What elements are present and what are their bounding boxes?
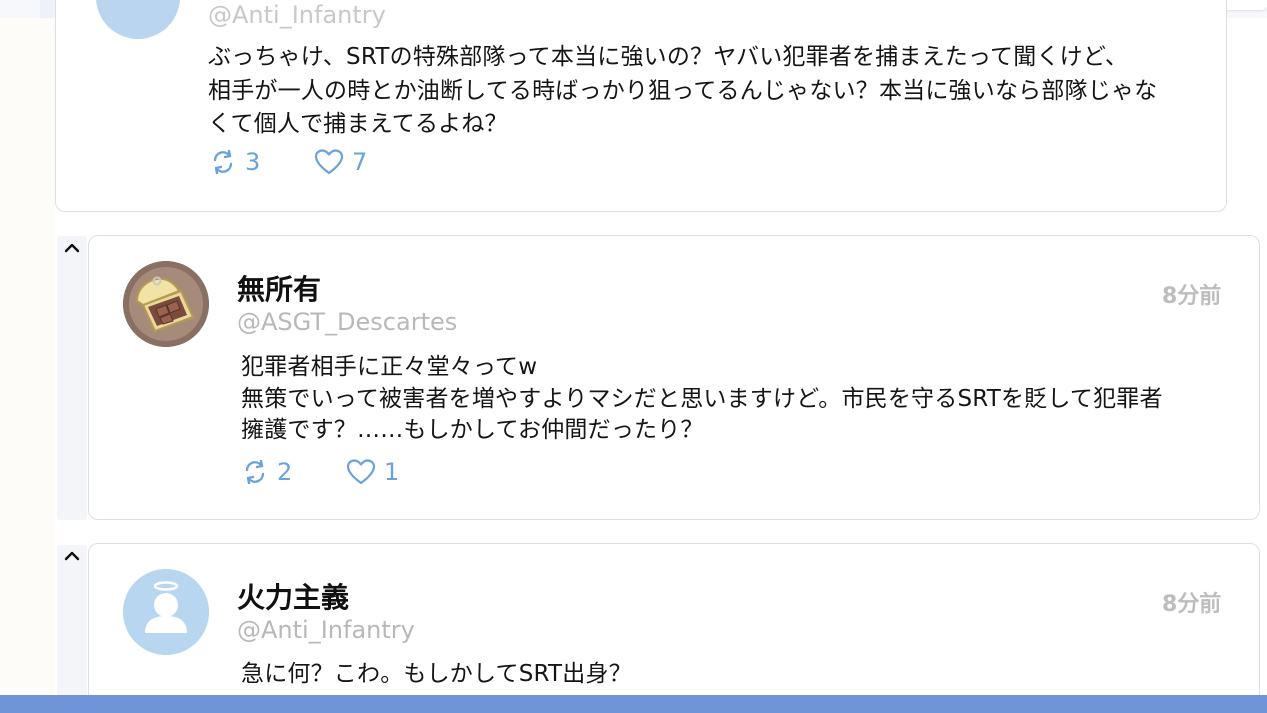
- heart-icon: [346, 458, 376, 486]
- like-count: 1: [384, 458, 400, 486]
- retweet-button[interactable]: 3: [209, 148, 260, 176]
- post-card: 火力主義 @Anti_Infantry 8分前 急に何？こわ。もしかしてSRT出…: [88, 543, 1260, 713]
- like-button[interactable]: 7: [314, 148, 367, 176]
- post-body-line: くて個人で捕まえてるよね？: [208, 111, 508, 137]
- post-handle[interactable]: @Anti_Infantry: [208, 1, 386, 29]
- person-icon: [123, 569, 209, 655]
- avatar[interactable]: [123, 261, 209, 347]
- post-timestamp[interactable]: 8分前: [1162, 586, 1221, 618]
- post-body-line: 擁護です？……もしかしてお仲間だったり？: [241, 417, 704, 443]
- chevron-up-icon: [64, 243, 80, 253]
- post-handle[interactable]: @Anti_Infantry: [237, 616, 415, 644]
- avatar[interactable]: [123, 569, 209, 655]
- post-body-line: ぶっちゃけ、SRTの特殊部隊って本当に強いの？ヤバい犯罪者を捕まえたって聞くけど…: [208, 44, 1129, 70]
- retweet-button[interactable]: 2: [241, 458, 292, 486]
- like-count: 7: [352, 148, 368, 176]
- post-card: 無所有 @ASGT_Descartes 8分前 犯罪者相手に正々堂々ってw 無策…: [88, 235, 1260, 520]
- post-handle[interactable]: @ASGT_Descartes: [237, 308, 457, 336]
- page-background: [0, 0, 55, 695]
- retweet-count: 2: [277, 458, 293, 486]
- like-button[interactable]: 1: [346, 458, 399, 486]
- retweet-icon: [209, 148, 237, 176]
- avatar[interactable]: [96, 0, 180, 39]
- thread-line[interactable]: [57, 236, 87, 520]
- chevron-up-icon: [64, 551, 80, 561]
- bottom-bar: [0, 695, 1267, 713]
- post-body-line: 犯罪者相手に正々堂々ってw: [241, 354, 538, 380]
- post-body-line: 急に何？こわ。もしかしてSRT出身？: [241, 661, 632, 687]
- collapse-button[interactable]: [61, 546, 83, 568]
- retweet-count: 3: [245, 148, 261, 176]
- heart-icon: [314, 148, 344, 176]
- post-display-name[interactable]: 火力主義: [237, 576, 349, 616]
- post-card: @Anti_Infantry ぶっちゃけ、SRTの特殊部隊って本当に強いの？ヤバ…: [55, 0, 1227, 212]
- post-timestamp[interactable]: 8分前: [1162, 278, 1221, 310]
- post-body-line: 相手が一人の時とか油断してる時ばっかり狙ってるんじゃない？本当に強いなら部隊じゃ…: [208, 78, 1158, 104]
- post-body-line: 無策でいって被害者を増やすよりマシだと思いますけど。市民を守るSRTを貶して犯罪…: [241, 386, 1163, 412]
- canned-food-icon: [123, 261, 209, 347]
- collapse-button[interactable]: [61, 238, 83, 260]
- retweet-icon: [241, 458, 269, 486]
- post-display-name[interactable]: 無所有: [237, 268, 321, 308]
